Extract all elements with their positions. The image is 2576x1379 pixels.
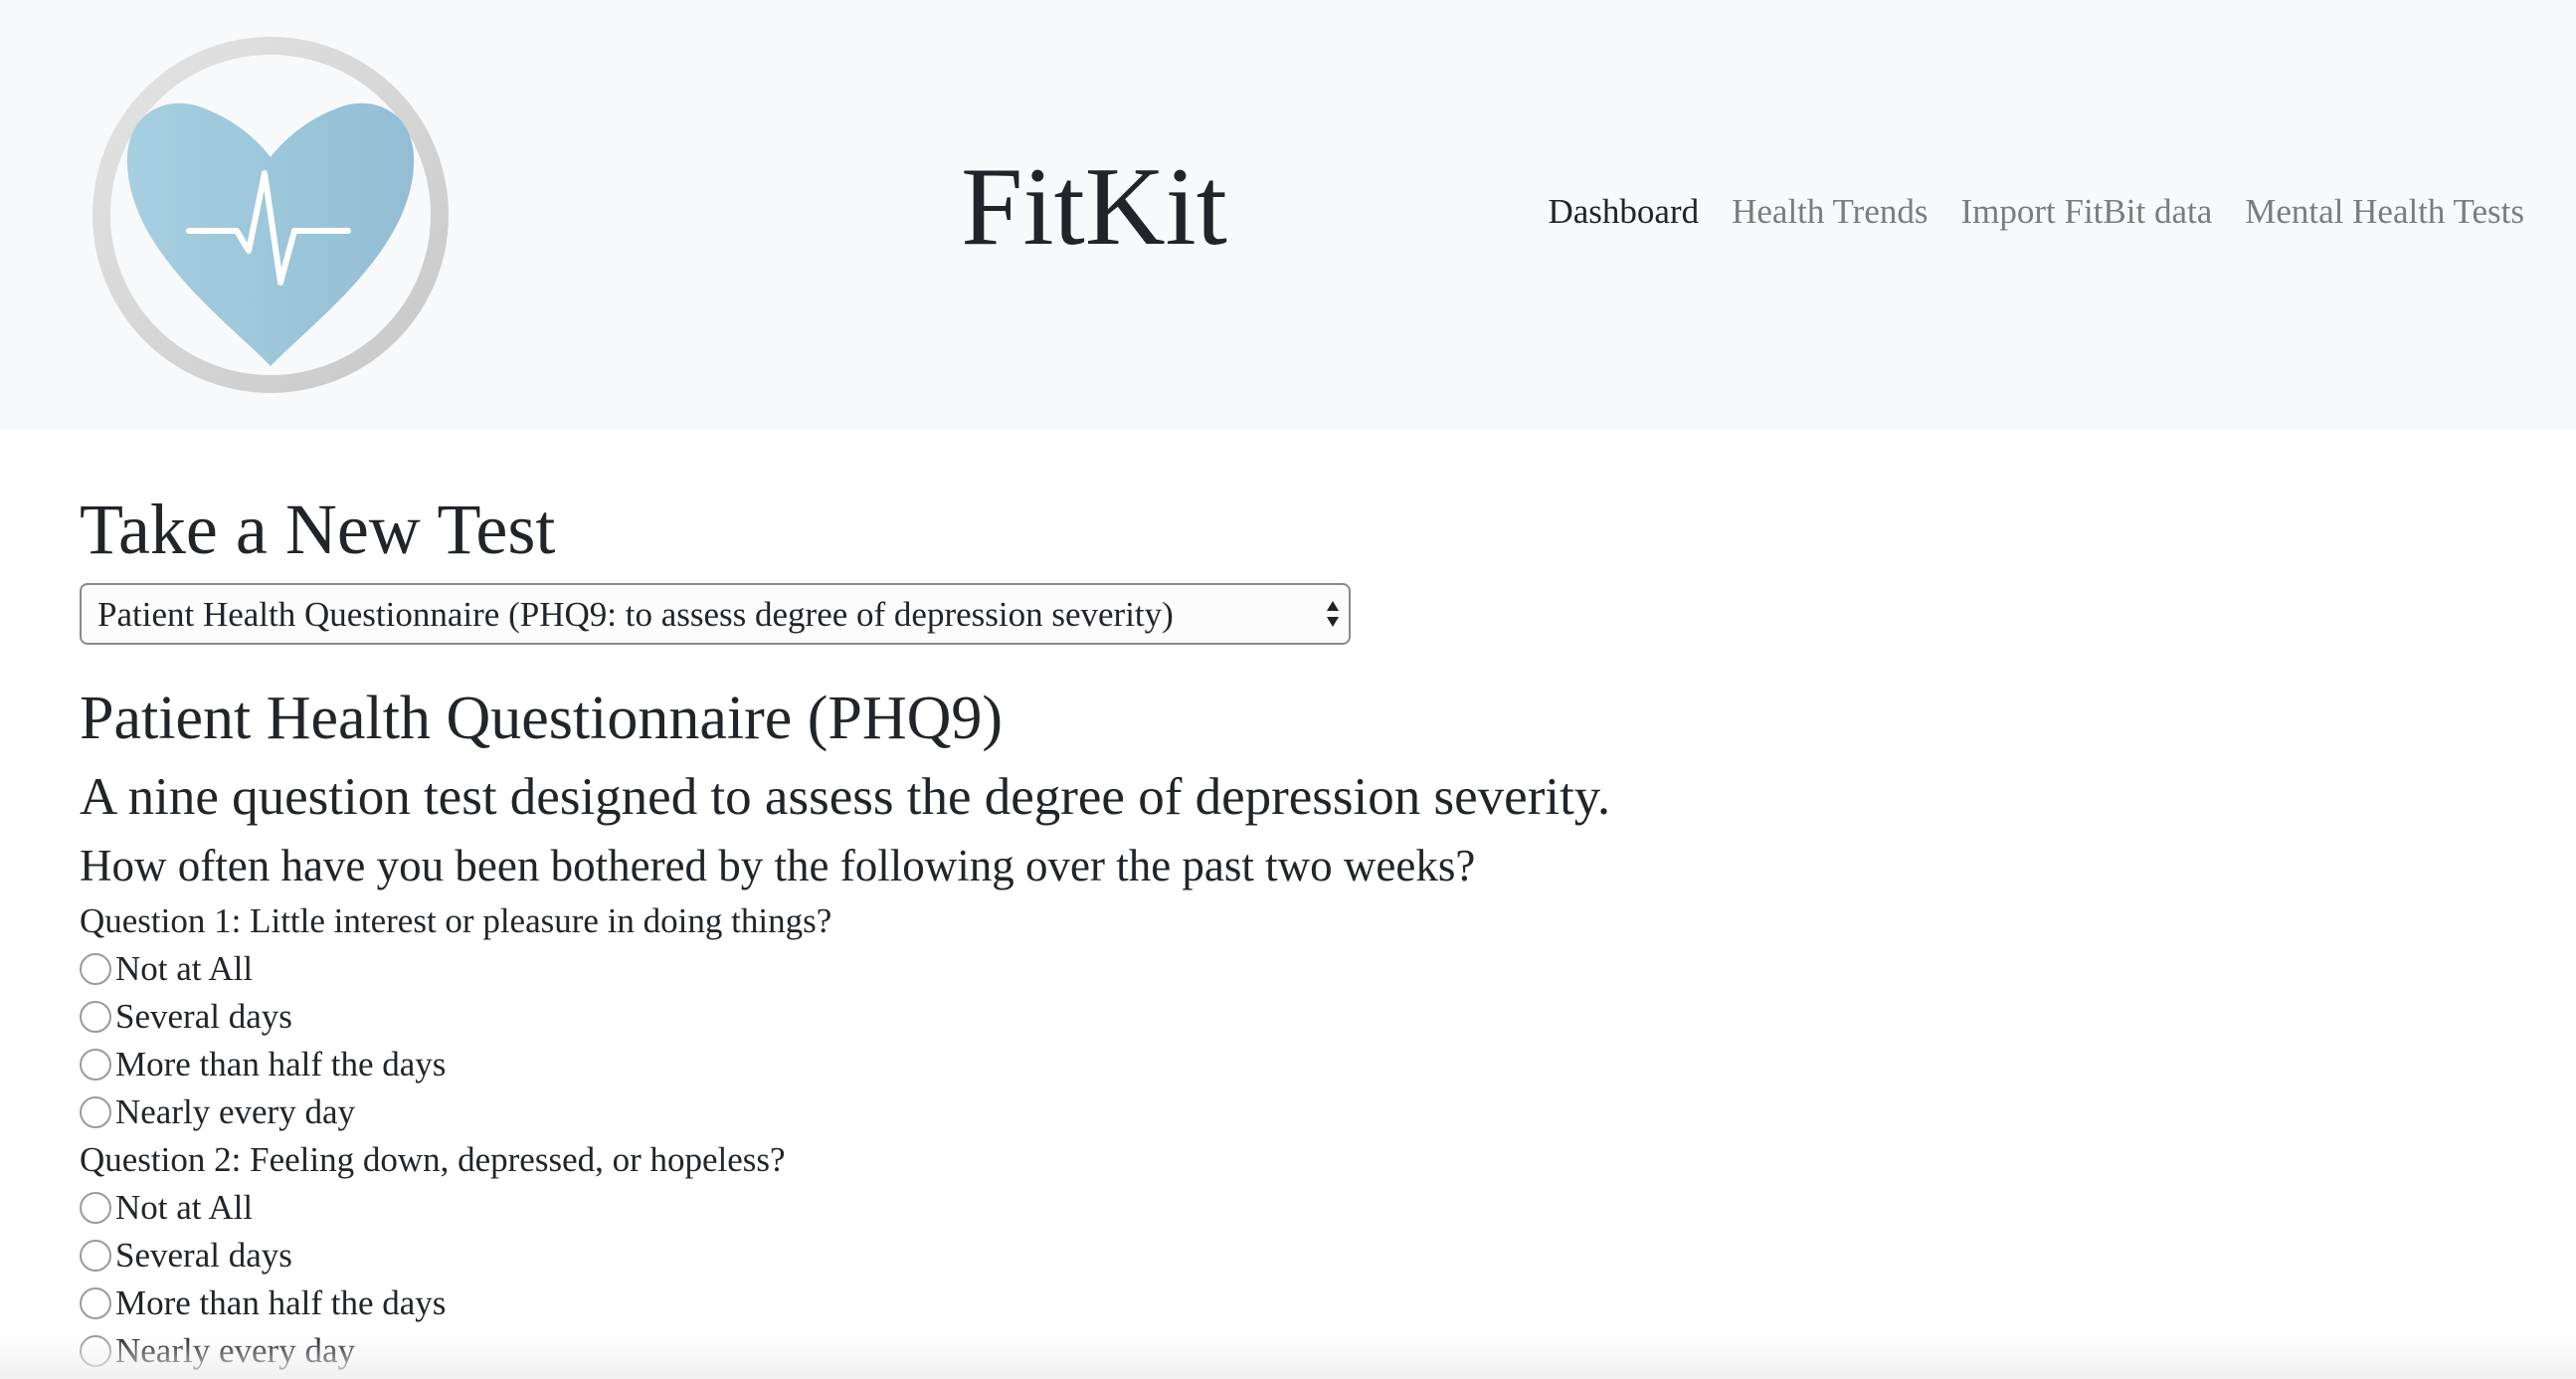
q2-option-nearly-every-day[interactable]: Nearly every day (80, 1327, 2467, 1375)
test-title: Patient Health Questionnaire (PHQ9) (80, 685, 1004, 752)
site-header: FitKit Dashboard Health Trends Import Fi… (0, 0, 2576, 430)
main-nav: Dashboard Health Trends Import FitBit da… (1548, 185, 2524, 239)
radio-button[interactable] (80, 1096, 111, 1128)
q1-option-several-days[interactable]: Several days (80, 993, 2467, 1041)
q2-option-several-days[interactable]: Several days (80, 1232, 2467, 1280)
q2-option-not-at-all[interactable]: Not at All (80, 1184, 2467, 1232)
question-2: Question 2: Feeling down, depressed, or … (80, 1136, 2467, 1375)
question-label: Question 2: Feeling down, depressed, or … (80, 1140, 786, 1179)
main-content: Take a New Test Patient Health Questionn… (80, 482, 2467, 1375)
option-label: Several days (115, 997, 292, 1036)
test-description: A nine question test designed to assess … (80, 768, 1611, 826)
test-select-value: Patient Health Questionnaire (PHQ9: to a… (97, 595, 1174, 634)
radio-button[interactable] (80, 953, 111, 985)
radio-button[interactable] (80, 1287, 111, 1319)
heart-heartbeat-logo-icon[interactable] (90, 34, 452, 396)
option-label: Several days (115, 1236, 292, 1275)
q1-option-more-than-half[interactable]: More than half the days (80, 1041, 2467, 1088)
nav-import-fitbit-data[interactable]: Import FitBit data (1960, 185, 2212, 239)
brand-title[interactable]: FitKit (875, 127, 1313, 287)
question-1: Question 1: Little interest or pleasure … (80, 897, 2467, 1136)
radio-button[interactable] (80, 1335, 111, 1367)
radio-button[interactable] (80, 1192, 111, 1224)
radio-button[interactable] (80, 1001, 111, 1033)
select-arrows-icon (1327, 601, 1339, 627)
nav-dashboard[interactable]: Dashboard (1548, 185, 1699, 239)
option-label: More than half the days (115, 1283, 447, 1322)
q1-option-nearly-every-day[interactable]: Nearly every day (80, 1088, 2467, 1136)
test-instructions: How often have you been bothered by the … (80, 841, 1476, 890)
question-label: Question 1: Little interest or pleasure … (80, 901, 832, 940)
nav-health-trends[interactable]: Health Trends (1732, 185, 1928, 239)
option-label: Not at All (115, 1188, 254, 1227)
page-title: Take a New Test (80, 490, 556, 569)
option-label: Not at All (115, 949, 254, 988)
test-select[interactable]: Patient Health Questionnaire (PHQ9: to a… (80, 583, 1351, 645)
nav-mental-health-tests[interactable]: Mental Health Tests (2245, 185, 2524, 239)
q2-option-more-than-half[interactable]: More than half the days (80, 1280, 2467, 1327)
option-label: Nearly every day (115, 1092, 355, 1131)
radio-button[interactable] (80, 1049, 111, 1081)
option-label: Nearly every day (115, 1331, 355, 1370)
option-label: More than half the days (115, 1045, 447, 1084)
radio-button[interactable] (80, 1240, 111, 1272)
q1-option-not-at-all[interactable]: Not at All (80, 945, 2467, 993)
